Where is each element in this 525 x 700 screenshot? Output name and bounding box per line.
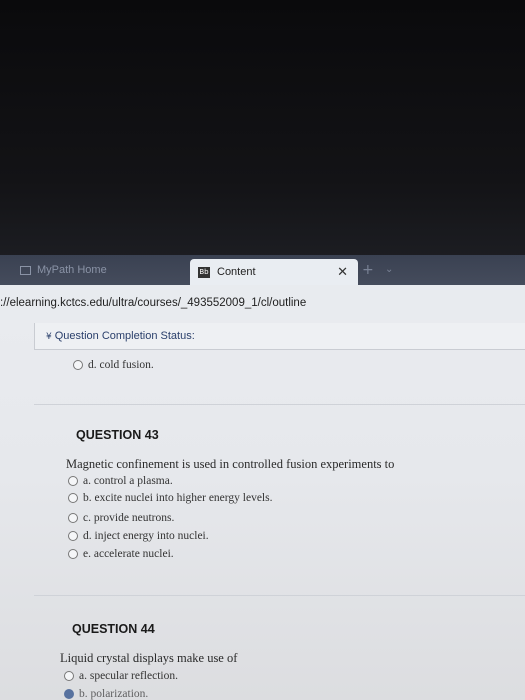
dark-background-area	[0, 0, 525, 258]
answer-option-e[interactable]: e. accelerate nuclei.	[68, 548, 174, 560]
option-label: d. inject energy into nuclei.	[83, 530, 209, 542]
chevron-down-icon: ¥	[46, 332, 52, 342]
status-label: Question Completion Status:	[54, 330, 195, 342]
option-label: b. polarization.	[79, 688, 149, 700]
radio-button[interactable]	[68, 549, 78, 559]
divider	[34, 595, 525, 596]
answer-option-a[interactable]: a. specular reflection.	[64, 670, 178, 682]
blackboard-icon: Bb	[198, 266, 210, 278]
radio-button[interactable]	[68, 476, 78, 486]
option-label: b. excite nuclei into higher energy leve…	[83, 492, 273, 504]
tab-mypath-home[interactable]: MyPath Home	[20, 259, 185, 281]
answer-option-d[interactable]: d. inject energy into nuclei.	[68, 530, 209, 542]
radio-button[interactable]	[73, 360, 83, 370]
url-text[interactable]: ://elearning.kctcs.edu/ultra/courses/_49…	[0, 297, 306, 309]
radio-button[interactable]	[68, 493, 78, 503]
option-label: d. cold fusion.	[88, 359, 154, 371]
radio-button[interactable]	[64, 671, 74, 681]
option-label: e. accelerate nuclei.	[83, 548, 174, 560]
question-completion-status[interactable]: ¥ Question Completion Status:	[46, 330, 195, 342]
radio-button[interactable]	[68, 531, 78, 541]
radio-button-selected[interactable]	[64, 689, 74, 699]
new-tab-icon[interactable]: +	[362, 262, 374, 278]
radio-button[interactable]	[68, 513, 78, 523]
answer-option-a[interactable]: a. control a plasma.	[68, 475, 173, 487]
page-content	[0, 320, 525, 700]
option-label: a. specular reflection.	[79, 670, 178, 682]
close-icon[interactable]: ✕	[337, 265, 348, 280]
answer-option-b[interactable]: b. polarization.	[64, 688, 148, 700]
tab-label: MyPath Home	[37, 264, 107, 276]
question-43-prompt: Magnetic confinement is used in controll…	[66, 457, 395, 471]
option-label: c. provide neutrons.	[83, 512, 175, 524]
question-44-heading: QUESTION 44	[72, 622, 155, 636]
answer-option-b[interactable]: b. excite nuclei into higher energy leve…	[68, 492, 272, 504]
answer-option-c[interactable]: c. provide neutrons.	[68, 512, 174, 524]
question-43-heading: QUESTION 43	[76, 428, 159, 442]
answer-option[interactable]: d. cold fusion.	[73, 359, 154, 371]
page-icon	[20, 265, 31, 275]
tab-label: Content	[217, 266, 256, 278]
chevron-down-icon[interactable]: ⌄	[385, 264, 393, 275]
divider	[34, 404, 525, 405]
tab-content[interactable]: Bb Content ✕	[190, 259, 358, 285]
option-label: a. control a plasma.	[83, 475, 173, 487]
question-44-prompt: Liquid crystal displays make use of	[60, 651, 238, 665]
